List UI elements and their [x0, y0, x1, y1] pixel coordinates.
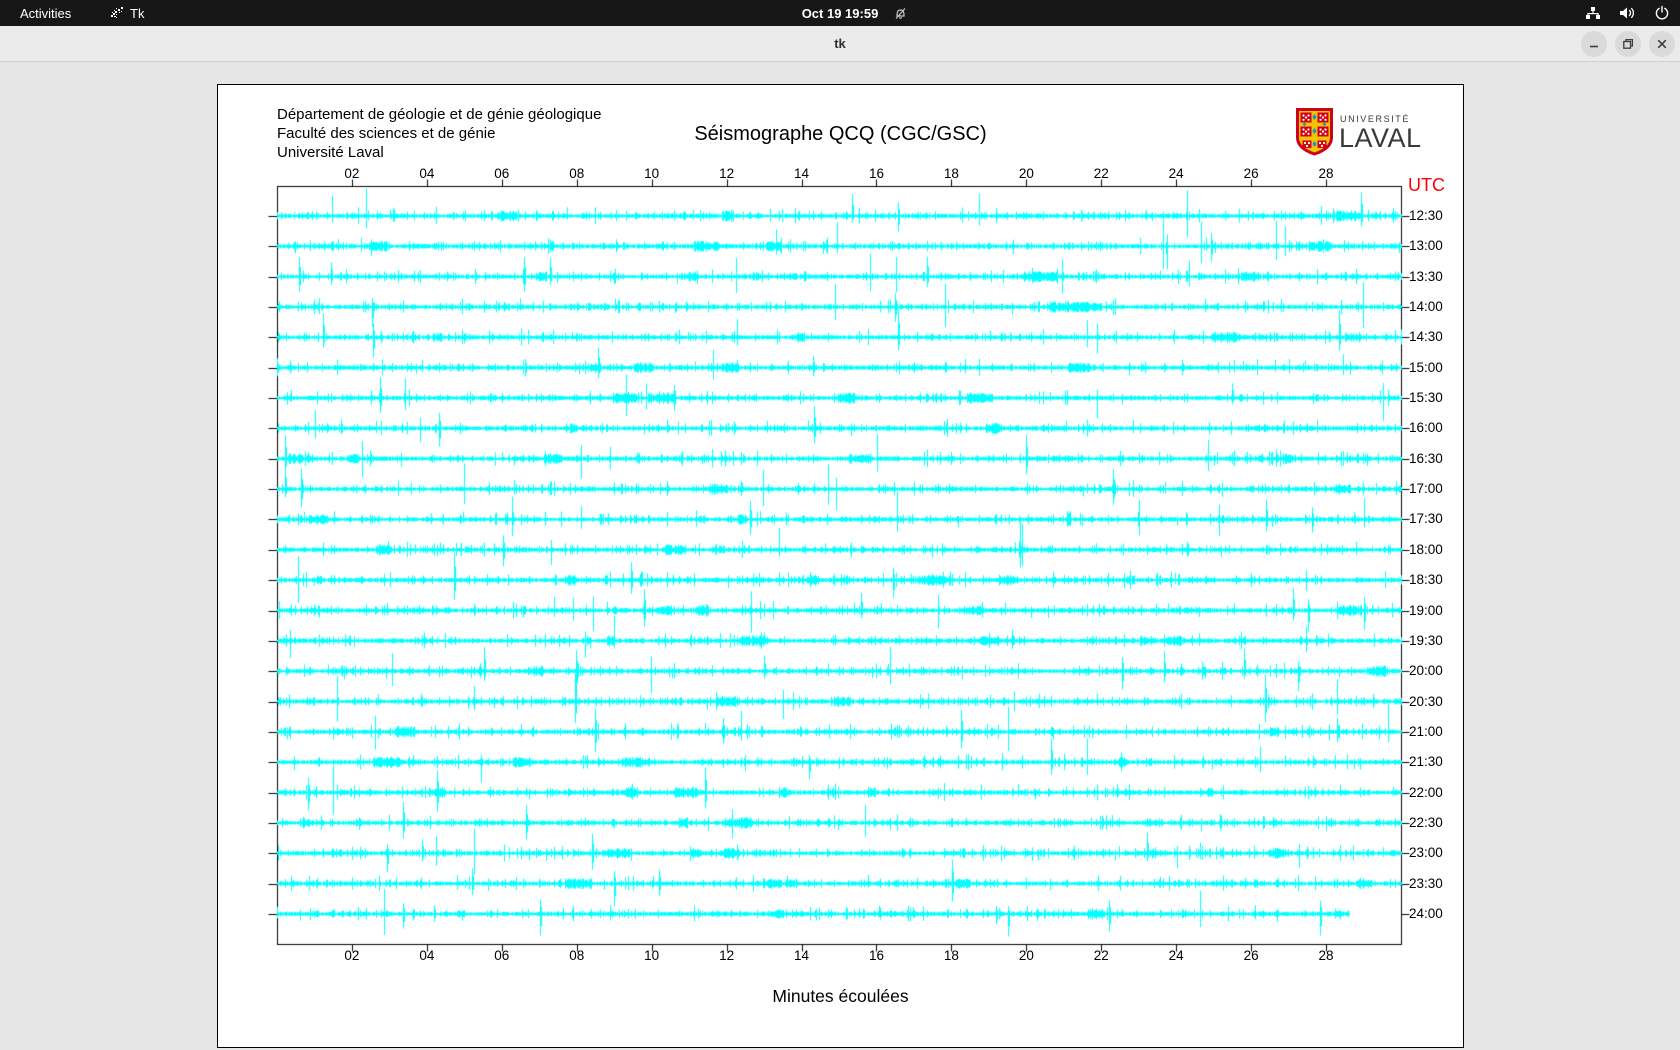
- trace-time-label: 16:00: [1409, 420, 1443, 436]
- bottom-axis-tick-label: 14: [794, 948, 810, 963]
- bottom-axis-tick-label: 18: [943, 948, 959, 963]
- minimize-button[interactable]: [1581, 31, 1607, 57]
- system-status-menu[interactable]: [1585, 0, 1670, 26]
- top-axis-tick-label: 26: [1243, 166, 1259, 181]
- maximize-icon: [1623, 38, 1634, 49]
- seismogram-canvas: [218, 85, 1465, 1049]
- trace-time-label: 18:00: [1409, 541, 1443, 557]
- volume-icon: [1620, 7, 1634, 19]
- top-axis-tick-label: 06: [494, 166, 510, 181]
- top-axis-tick-label: 20: [1018, 166, 1034, 181]
- trace-time-label: 23:30: [1409, 875, 1443, 891]
- trace-time-label: 15:30: [1409, 390, 1443, 406]
- trace-time-label: 17:00: [1409, 481, 1443, 497]
- trace-time-label: 21:30: [1409, 754, 1443, 770]
- trace-time-label: 13:00: [1409, 238, 1443, 254]
- bottom-axis-tick-label: 28: [1318, 948, 1334, 963]
- laval-shield-icon: [1296, 108, 1333, 156]
- top-axis-tick-label: 04: [419, 166, 435, 181]
- top-axis-tick-label: 28: [1318, 166, 1334, 181]
- bottom-axis-tick-label: 06: [494, 948, 510, 963]
- notifications-muted-icon: [893, 0, 908, 26]
- laval-logo: UNIVERSITÉ LAVAL: [1296, 106, 1446, 158]
- window-content-area: Département de géologie et de génie géol…: [0, 62, 1680, 1050]
- trace-time-label: 17:30: [1409, 511, 1443, 527]
- clock-button[interactable]: Oct 19 19:59: [802, 0, 879, 26]
- trace-time-label: 24:00: [1409, 906, 1443, 921]
- top-axis-tick-label: 12: [719, 166, 735, 181]
- trace-time-label: 21:00: [1409, 723, 1443, 739]
- bottom-axis-tick-label: 24: [1168, 948, 1184, 963]
- seismograph-page: Département de géologie et de génie géol…: [217, 84, 1465, 1049]
- trace-time-label: 14:00: [1409, 299, 1443, 315]
- address-line-1: Département de géologie et de génie géol…: [277, 106, 602, 123]
- close-icon: [1657, 39, 1667, 49]
- network-wired-icon: [1586, 7, 1600, 19]
- bottom-axis-tick-label: 08: [569, 948, 585, 963]
- bottom-axis-tick-label: 16: [868, 948, 884, 963]
- trace-time-label: 13:30: [1409, 268, 1443, 284]
- window-titlebar: tk: [0, 26, 1680, 62]
- top-axis-tick-label: 16: [868, 166, 884, 181]
- bottom-axis-tick-label: 04: [419, 948, 435, 963]
- bottom-axis-tick-label: 20: [1018, 948, 1034, 963]
- trace-time-label: 22:00: [1409, 784, 1443, 800]
- trace-time-label: 18:30: [1409, 572, 1443, 588]
- trace-time-label: 20:00: [1409, 663, 1443, 679]
- trace-time-label: 19:30: [1409, 632, 1443, 648]
- maximize-button[interactable]: [1615, 31, 1641, 57]
- gnome-top-bar: Activities Tk Oct 19 19:59: [0, 0, 1680, 26]
- activities-button[interactable]: Activities: [12, 0, 79, 26]
- trace-time-label: 23:00: [1409, 845, 1443, 861]
- top-axis-tick-label: 10: [644, 166, 660, 181]
- bottom-axis-tick-label: 02: [344, 948, 360, 963]
- plot-title: Séismographe QCQ (CGC/GSC): [694, 123, 987, 145]
- utc-label: UTC: [1408, 175, 1445, 195]
- tk-feather-icon: [111, 7, 123, 18]
- top-axis-tick-label: 08: [569, 166, 585, 181]
- bottom-axis-tick-label: 26: [1243, 948, 1259, 963]
- window-title: tk: [834, 36, 846, 51]
- logo-laval-text: LAVAL: [1339, 123, 1422, 153]
- top-axis-tick-label: 18: [943, 166, 959, 181]
- bottom-axis-tick-label: 12: [719, 948, 735, 963]
- trace-time-label: 19:00: [1409, 602, 1443, 618]
- minimize-icon: [1590, 45, 1598, 48]
- top-axis-tick-label: 22: [1093, 166, 1109, 181]
- top-axis-tick-label: 24: [1168, 166, 1184, 181]
- trace-time-label: 14:30: [1409, 329, 1443, 345]
- trace-time-label: 16:30: [1409, 450, 1443, 466]
- trace-time-label: 20:30: [1409, 693, 1443, 709]
- power-icon: [1655, 5, 1669, 20]
- close-button[interactable]: [1649, 31, 1675, 57]
- app-menu-tk[interactable]: Tk: [104, 0, 150, 26]
- clock-text: Oct 19 19:59: [801, 5, 879, 21]
- top-axis-tick-label: 02: [344, 166, 360, 181]
- trace-time-label: 12:30: [1409, 208, 1443, 223]
- bottom-axis-tick-label: 22: [1093, 948, 1109, 963]
- trace-time-label: 22:30: [1409, 814, 1443, 830]
- activities-label: Activities: [20, 5, 72, 21]
- trace-time-label: 15:00: [1409, 359, 1443, 375]
- app-menu-label: Tk: [130, 5, 145, 21]
- x-axis-title: Minutes écoulées: [772, 986, 909, 1006]
- top-axis-tick-label: 14: [794, 166, 810, 181]
- screen: Activities Tk Oct 19 19:59 tk Départemen…: [0, 0, 1680, 1050]
- bottom-axis-tick-label: 10: [644, 948, 660, 963]
